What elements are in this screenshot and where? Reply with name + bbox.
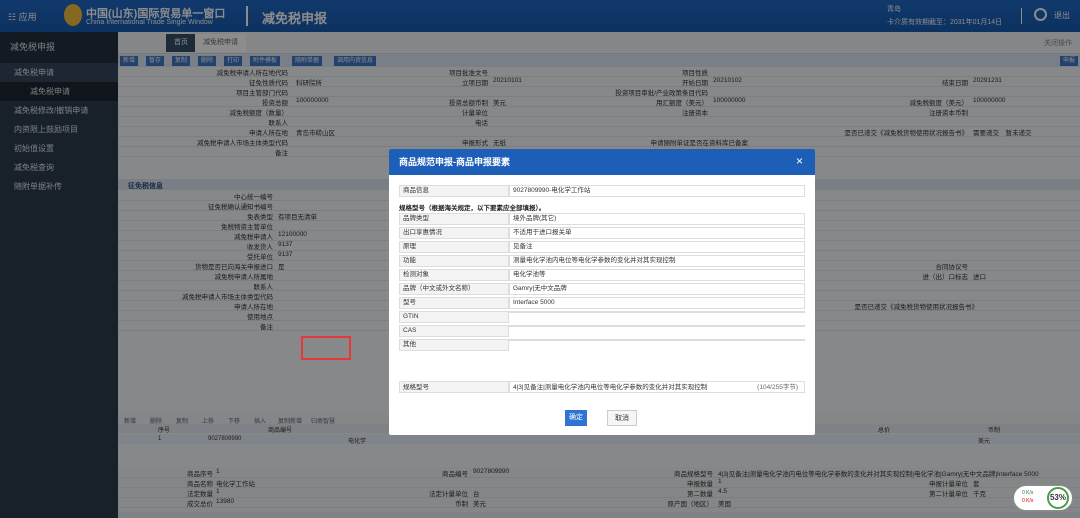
modal-title: 商品规范申报-商品申报要素 xyxy=(389,149,815,175)
modal-body: 商品信息 9027809990-电化学工作站 规格型号（根据海关规定，以下要素应… xyxy=(399,185,805,405)
spec-field[interactable]: 4|3|见备注|测量电化学池内电位等电化学参数的变化并对其实现控制 (104/2… xyxy=(509,381,805,393)
close-icon[interactable]: × xyxy=(796,154,803,168)
confirm-button[interactable]: 确定 xyxy=(565,410,587,426)
classify-highlight xyxy=(301,336,351,360)
spec-row: 规格型号 4|3|见备注|测量电化学池内电位等电化学参数的变化并对其实现控制 (… xyxy=(399,381,805,393)
instruction: 规格型号（根据海关规定，以下要素应全部填报）。 xyxy=(399,205,546,212)
cancel-button[interactable]: 取消 xyxy=(607,410,637,426)
speed-widget: 0 K/s 0 K/s 53% xyxy=(1014,486,1072,510)
byte-counter: (104/255字节) xyxy=(757,384,798,391)
upload-speed: 0 K/s xyxy=(1022,490,1034,496)
usage-percent: 53% xyxy=(1047,487,1069,509)
declaration-elements-modal: 商品规范申报-商品申报要素 × 商品信息 9027809990-电化学工作站 规… xyxy=(389,149,815,435)
download-speed: 0 K/s xyxy=(1022,498,1034,504)
